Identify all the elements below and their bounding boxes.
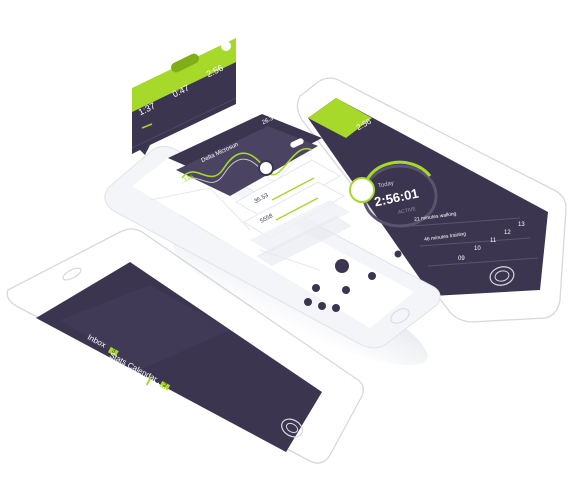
pin-icon[interactable] xyxy=(368,272,376,280)
right-status-badge xyxy=(349,177,375,203)
card-avatar-icon[interactable] xyxy=(221,41,231,51)
drop-icon[interactable] xyxy=(342,286,350,294)
bell-icon[interactable] xyxy=(394,250,402,258)
mockup-illustration xyxy=(6,38,567,464)
close-icon[interactable] xyxy=(335,259,349,273)
activity-avatar[interactable] xyxy=(258,160,274,176)
